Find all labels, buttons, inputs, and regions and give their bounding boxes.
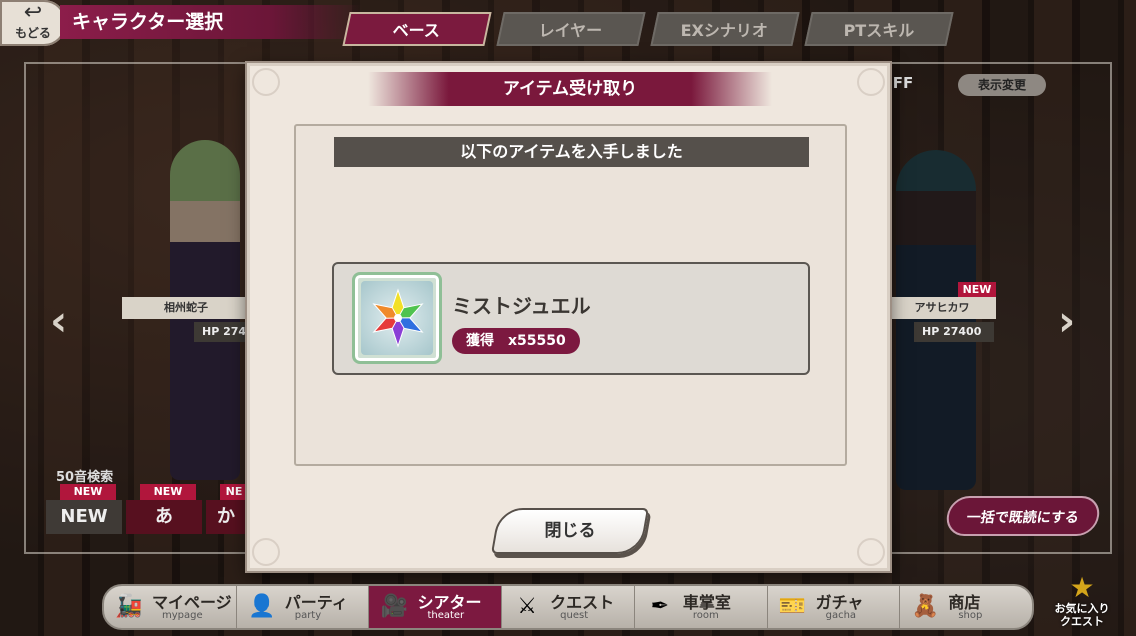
nav-room[interactable]: ✒ 車掌室 room	[635, 586, 768, 628]
new-badge: NE	[220, 484, 248, 500]
display-change-button[interactable]: 表示変更	[958, 74, 1046, 96]
pen-icon: ✒	[650, 594, 670, 619]
prev-arrow-icon[interactable]: ‹	[50, 296, 67, 345]
theater-icon: 🎥	[380, 594, 409, 619]
back-arrow-icon: ↩	[23, 0, 43, 25]
corner-ornament-icon	[252, 538, 280, 566]
close-button[interactable]: 閉じる	[490, 508, 650, 554]
mark-all-read-button[interactable]: 一括で既読にする	[944, 496, 1102, 536]
kana-search-label: 50音検索	[56, 470, 114, 485]
character-name-right: アサヒカワ	[888, 297, 996, 319]
tab-ex-scenario[interactable]: EXシナリオ	[650, 12, 800, 46]
new-badge-right: NEW	[958, 282, 996, 298]
favorite-quest-button[interactable]: ★ お気に入り クエスト	[1042, 574, 1122, 634]
shopkeeper-icon: 🧸	[911, 594, 940, 619]
item-name: ミストジュエル	[452, 294, 591, 318]
tab-pt-skill[interactable]: PTスキル	[804, 12, 954, 46]
back-button[interactable]: ↩ もどる	[0, 0, 66, 46]
character-name-left: 相州蛇子	[122, 297, 250, 319]
dialog-content: 以下のアイテムを入手しました ミストジュエル 獲得 x55550	[294, 124, 847, 466]
item-count: x55550	[508, 333, 566, 349]
new-badge: NEW	[140, 484, 196, 500]
nav-mypage[interactable]: 🚂 マイページ mypage	[104, 586, 237, 628]
party-icon: 👤	[248, 594, 276, 619]
next-arrow-icon[interactable]: ›	[1058, 296, 1075, 345]
star-icon: ★	[1069, 571, 1095, 604]
nav-quest[interactable]: ⚔ クエスト quest	[502, 586, 635, 628]
kana-filter-new[interactable]: NEW	[46, 500, 122, 534]
kana-filter-ka[interactable]: か	[206, 500, 246, 534]
kana-filter-a[interactable]: あ	[126, 500, 202, 534]
nav-theater[interactable]: 🎥 シアター theater	[369, 586, 503, 628]
close-label: 閉じる	[544, 521, 596, 541]
page-title: キャラクター選択	[60, 5, 362, 39]
favorite-quest-label-1: お気に入り	[1054, 602, 1110, 615]
corner-ornament-icon	[857, 538, 885, 566]
item-receive-dialog: アイテム受け取り 以下のアイテムを入手しました ミストジュエル 獲得 x5555…	[247, 63, 890, 571]
favorite-quest-label-2: クエスト	[1060, 615, 1104, 628]
nav-shop[interactable]: 🧸 商店 shop	[900, 586, 1032, 628]
swords-icon: ⚔	[517, 594, 538, 619]
bottom-nav: 🚂 マイページ mypage 👤 パーティ party 🎥 シアター theat…	[102, 584, 1034, 630]
nav-party[interactable]: 👤 パーティ party	[237, 586, 370, 628]
corner-ornament-icon	[252, 68, 280, 96]
item-card: ミストジュエル 獲得 x55550	[332, 262, 810, 375]
ticket-icon: 🎫	[778, 594, 807, 619]
new-badge: NEW	[60, 484, 116, 500]
train-icon: 🚂	[115, 594, 143, 619]
corner-ornament-icon	[857, 68, 885, 96]
character-hp-right: HP 27400	[914, 322, 994, 342]
acquired-label: 獲得	[466, 333, 494, 349]
tab-layer[interactable]: レイヤー	[496, 12, 646, 46]
received-header: 以下のアイテムを入手しました	[334, 137, 809, 167]
nav-gacha[interactable]: 🎫 ガチャ gacha	[768, 586, 901, 628]
rainbow-jewel-icon	[352, 272, 442, 364]
tab-base[interactable]: ベース	[342, 12, 492, 46]
tab-bar: ベース レイヤー EXシナリオ PTスキル	[342, 12, 954, 46]
item-count-badge: 獲得 x55550	[452, 328, 580, 354]
dialog-title: アイテム受け取り	[368, 72, 772, 106]
back-label: もどる	[15, 26, 51, 40]
character-hp-left: HP 274	[194, 322, 254, 342]
